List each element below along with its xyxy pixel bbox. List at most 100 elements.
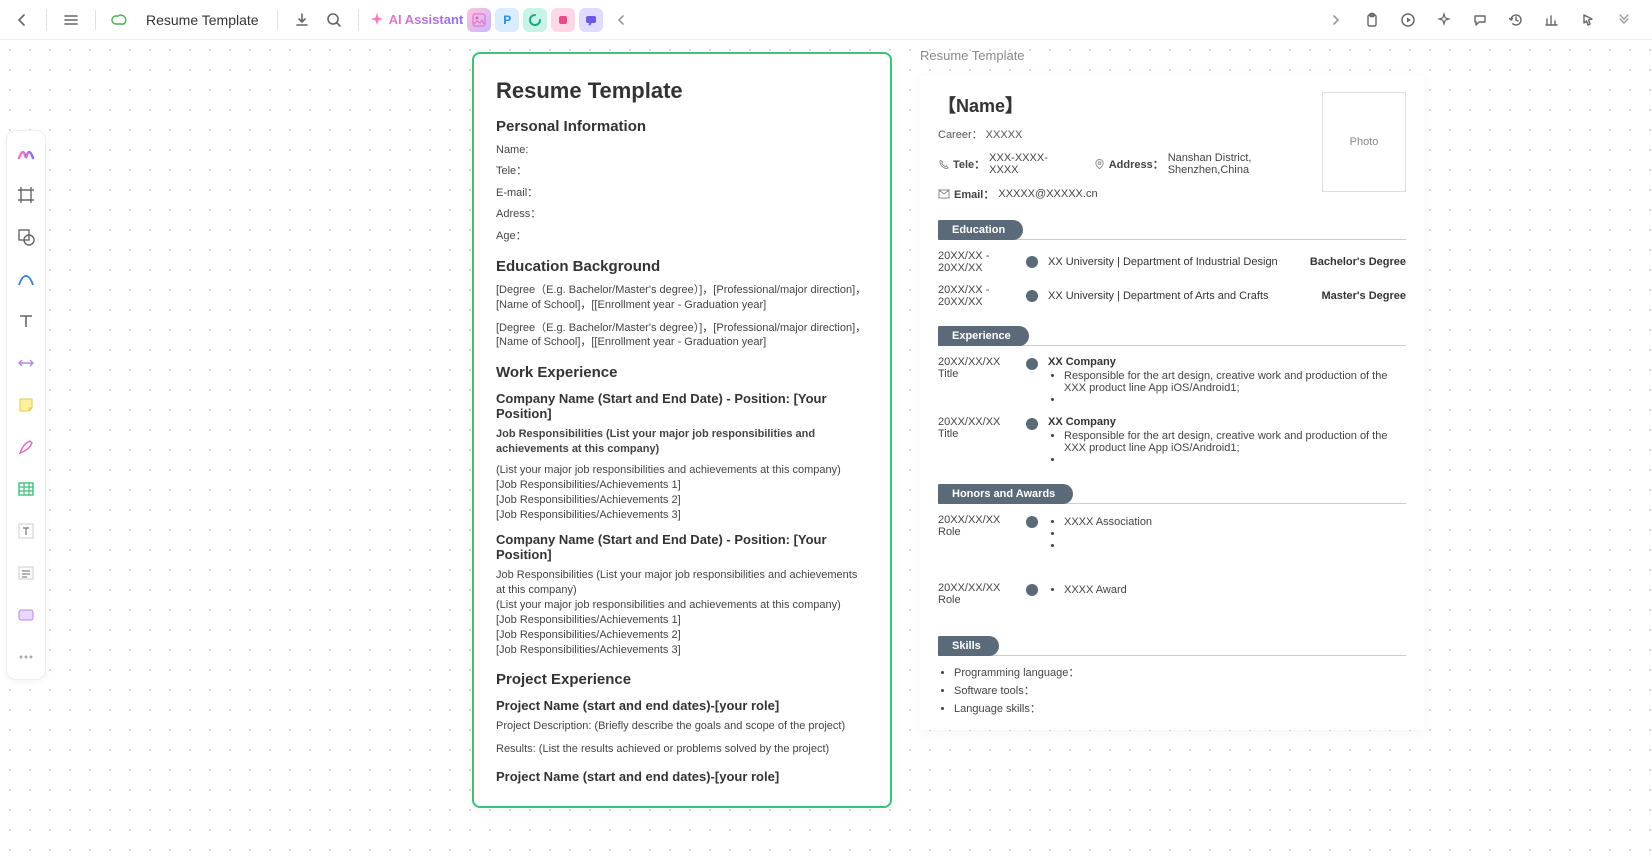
download-button[interactable] [288, 6, 316, 34]
education-row: 20XX/XX - 20XX/XX XX University | Depart… [938, 250, 1406, 274]
text-block-tool[interactable] [12, 517, 40, 545]
section-work: Work Experience [496, 364, 868, 381]
job-resp-line: [Job Responsibilities/Achievements 2] [496, 628, 868, 643]
logo-tool[interactable] [12, 139, 40, 167]
section-honors-hdr: Honors and Awards [938, 484, 1073, 504]
edu-template-2: [Degree（E.g. Bachelor/Master's degree）]，… [496, 321, 868, 351]
search-button[interactable] [320, 6, 348, 34]
more-tools[interactable] [12, 643, 40, 671]
timeline-dot [1026, 256, 1038, 268]
section-education-hdr: Education [938, 220, 1023, 240]
text-tool[interactable] [12, 307, 40, 335]
experience-row: 20XX/XX/XXTitle XX CompanyResponsible fo… [938, 416, 1406, 466]
job-resp-line: [Job Responsibilities/Achievements 1] [496, 613, 868, 628]
resume-career: Career： XXXXX [938, 126, 1322, 142]
connector-tool[interactable] [12, 349, 40, 377]
menu-button[interactable] [57, 6, 85, 34]
left-toolbar [6, 130, 46, 680]
skills-list: Programming language： Software tools： La… [954, 664, 1406, 716]
section-project: Project Experience [496, 671, 868, 688]
sticky-note-tool[interactable] [12, 391, 40, 419]
job-resp-line: Job Responsibilities (List your major jo… [496, 568, 868, 598]
job-resp-line: (List your major job responsibilities an… [496, 598, 868, 613]
education-row: 20XX/XX - 20XX/XX XX University | Depart… [938, 284, 1406, 308]
app-chip-chat[interactable] [579, 8, 603, 32]
company-header-2: Company Name (Start and End Date) - Posi… [496, 532, 868, 562]
resume-name: 【Name】 [938, 92, 1322, 118]
divider [46, 10, 47, 30]
history-icon[interactable] [1502, 6, 1530, 34]
job-resp-line: [Job Responsibilities/Achievements 3] [496, 643, 868, 658]
field-email: E-mail： [496, 186, 868, 201]
resume-document[interactable]: 【Name】 Career： XXXXX Tele：XXX-XXXX-XXXX … [920, 76, 1424, 730]
pen-tool[interactable] [12, 433, 40, 461]
section-education: Education Background [496, 258, 868, 275]
timeline-dot [1026, 358, 1038, 370]
timeline-dot [1026, 290, 1038, 302]
edu-template-1: [Degree（E.g. Bachelor/Master's degree）]，… [496, 283, 868, 313]
comment-icon[interactable] [1466, 6, 1494, 34]
top-toolbar: Resume Template AI Assistant P [0, 0, 1652, 40]
app-chip-p[interactable]: P [495, 8, 519, 32]
frame-tool[interactable] [12, 181, 40, 209]
job-resp-line: (List your major job responsibilities an… [496, 463, 868, 478]
sparkle-icon[interactable] [1430, 6, 1458, 34]
card-tool[interactable] [12, 601, 40, 629]
divider [277, 10, 278, 30]
list-tool[interactable] [12, 559, 40, 587]
canvas-page-label: Resume Template [920, 48, 1025, 63]
email-icon [938, 189, 950, 199]
template-document[interactable]: Resume Template Personal Information Nam… [472, 52, 892, 808]
document-title[interactable]: Resume Template [146, 12, 259, 28]
section-experience-hdr: Experience [938, 326, 1029, 346]
section-skills-hdr: Skills [938, 636, 999, 656]
project-header-2: Project Name (start and end dates)-[your… [496, 769, 868, 784]
contact-email: Email：XXXXX@XXXXX.cn [938, 186, 1098, 202]
field-address: Adress： [496, 207, 868, 222]
right-toolbar [1316, 2, 1644, 38]
chart-icon[interactable] [1538, 6, 1566, 34]
divider [358, 10, 359, 30]
project-desc: Project Description: (Briefly describe t… [496, 719, 868, 734]
contact-address: Address：Nanshan District, Shenzhen,China [1094, 152, 1322, 176]
clipboard-icon[interactable] [1358, 6, 1386, 34]
job-resp-line: [Job Responsibilities/Achievements 3] [496, 508, 868, 523]
location-icon [1094, 158, 1105, 170]
curve-tool[interactable] [12, 265, 40, 293]
project-header-1: Project Name (start and end dates)-[your… [496, 698, 868, 713]
collapse-apps-button[interactable] [607, 6, 635, 34]
ai-assistant-button[interactable]: AI Assistant [369, 12, 464, 28]
timeline-dot [1026, 516, 1038, 528]
skill-item: Programming language： [954, 664, 1406, 680]
company-header-1: Company Name (Start and End Date) - Posi… [496, 391, 868, 421]
divider [938, 655, 1406, 656]
field-age: Age： [496, 229, 868, 244]
timeline-dot [1026, 418, 1038, 430]
cursor-icon[interactable] [1574, 6, 1602, 34]
field-tele: Tele： [496, 164, 868, 179]
table-tool[interactable] [12, 475, 40, 503]
template-title: Resume Template [496, 78, 868, 104]
job-resp-line: [Job Responsibilities/Achievements 2] [496, 493, 868, 508]
back-button[interactable] [8, 6, 36, 34]
project-results: Results: (List the results achieved or p… [496, 742, 868, 757]
section-personal: Personal Information [496, 118, 868, 135]
honors-row: 20XX/XX/XXRole XXXX Award [938, 582, 1406, 606]
skill-item: Language skills： [954, 700, 1406, 716]
skill-item: Software tools： [954, 682, 1406, 698]
job-resp-line: [Job Responsibilities/Achievements 1] [496, 478, 868, 493]
app-chip-x[interactable] [551, 8, 575, 32]
job-resp-bold: Job Responsibilities (List your major jo… [496, 427, 868, 457]
play-icon[interactable] [1394, 6, 1422, 34]
phone-icon [938, 158, 949, 170]
app-chip-image[interactable] [467, 8, 491, 32]
app-chip-e[interactable] [523, 8, 547, 32]
timeline-dot [1026, 584, 1038, 596]
divider [95, 10, 96, 30]
expand-right-button[interactable] [1322, 6, 1350, 34]
field-name: Name: [496, 143, 868, 158]
shape-tool[interactable] [12, 223, 40, 251]
cloud-sync-icon[interactable] [106, 6, 134, 34]
photo-placeholder: Photo [1322, 92, 1406, 192]
more-icon[interactable] [1610, 6, 1638, 34]
